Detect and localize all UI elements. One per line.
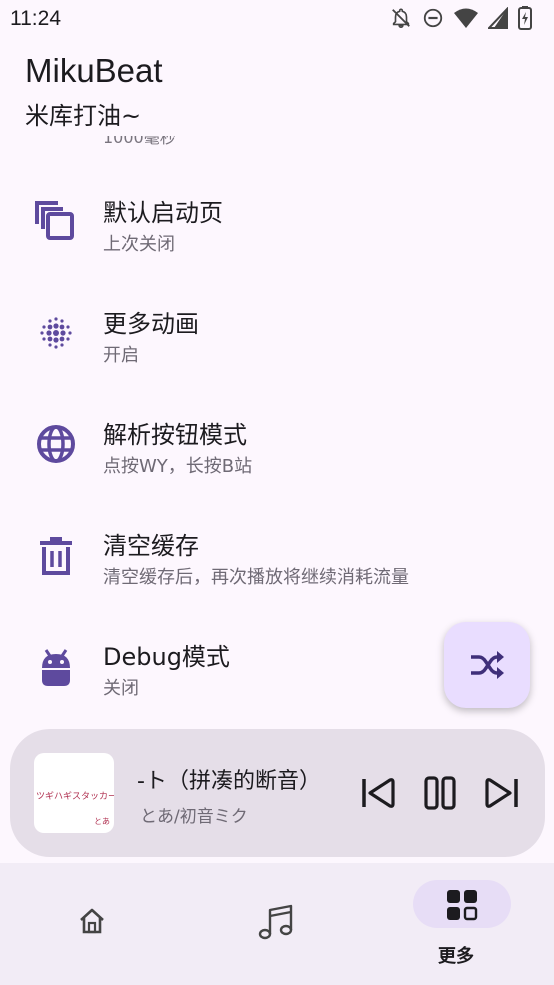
nav-item-music[interactable] [184, 863, 368, 985]
bottom-navigation: 更多 [0, 863, 554, 985]
setting-title: 解析按钮模式 [103, 421, 247, 449]
signal-icon [488, 7, 508, 29]
bell-off-icon [392, 8, 410, 28]
setting-value: 点按WY，长按B站 [103, 456, 253, 477]
setting-value: 关闭 [103, 678, 139, 699]
android-icon [42, 649, 70, 686]
nav-item-more[interactable]: 更多 [364, 863, 548, 985]
music-note-icon [258, 904, 293, 940]
setting-parse-button-mode[interactable]: 解析按钮模式 点按WY，长按B站 [0, 397, 554, 507]
setting-default-start-page[interactable]: 默认启动页 上次关闭 [0, 175, 554, 285]
setting-value: 清空缓存后，再次播放将继续消耗流量 [103, 567, 409, 588]
home-icon [80, 908, 104, 934]
mini-player[interactable]: ツギハギスタッカート とあ -ト（拼凑的断音） とあ/初音ミク [10, 729, 545, 857]
album-art-artist: とあ [94, 817, 110, 826]
trash-icon [40, 537, 72, 575]
copy-pages-icon [35, 201, 74, 240]
status-time: 11:24 [10, 7, 61, 30]
status-bar: 11:24 [0, 0, 554, 40]
setting-title: Debug模式 [103, 643, 230, 671]
globe-icon [37, 425, 75, 463]
app-header: MikuBeat 米库打油~ [0, 44, 554, 136]
shuffle-icon [471, 651, 504, 679]
setting-title: 更多动画 [103, 310, 199, 338]
song-artist: とあ/初音ミク [140, 807, 248, 827]
app-title: MikuBeat [25, 52, 163, 89]
setting-more-animation[interactable]: 更多动画 开启 [0, 286, 554, 396]
status-icons [390, 6, 532, 30]
shuffle-fab-button[interactable] [444, 622, 530, 708]
next-icon[interactable] [482, 773, 522, 813]
setting-title: 默认启动页 [103, 199, 223, 227]
setting-value: 上次关闭 [103, 234, 175, 255]
nav-item-home[interactable] [0, 863, 184, 985]
album-art-title: ツギハギスタッカート [36, 792, 114, 802]
setting-value: 开启 [103, 345, 139, 366]
album-art[interactable]: ツギハギスタッカート とあ [34, 753, 114, 833]
app-subtitle: 米库打油~ [25, 102, 142, 130]
previous-icon[interactable] [358, 773, 398, 813]
setting-title: 清空缓存 [103, 532, 199, 560]
dot-grid-icon [40, 317, 72, 349]
dnd-icon [423, 8, 443, 28]
grid-icon [447, 890, 478, 921]
pause-icon[interactable] [420, 773, 460, 813]
nav-label-more: 更多 [438, 946, 474, 967]
setting-clear-cache[interactable]: 清空缓存 清空缓存后，再次播放将继续消耗流量 [0, 508, 554, 618]
wifi-icon [454, 8, 478, 28]
song-title: -ト（拼凑的断音） [137, 769, 321, 794]
battery-charging-icon [518, 6, 532, 30]
